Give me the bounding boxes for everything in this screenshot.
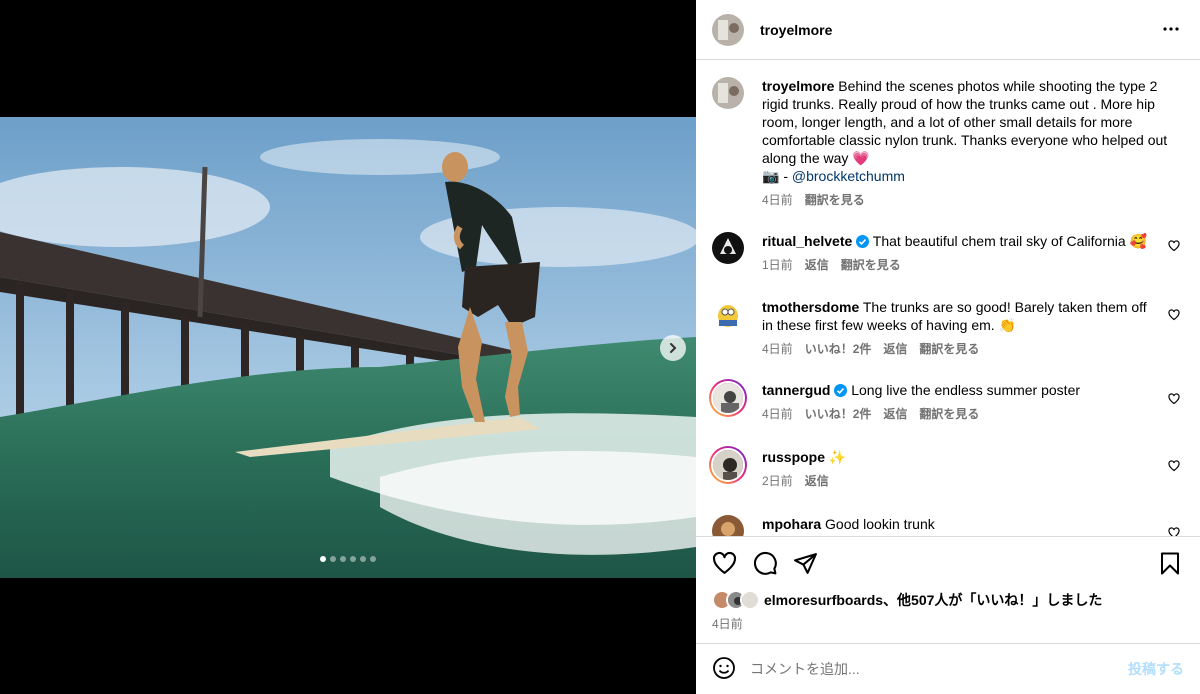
share-button[interactable]: [793, 551, 818, 579]
caption-meta: 4日前 翻訳を見る: [762, 191, 1176, 209]
caption-time[interactable]: 4日前: [762, 191, 793, 209]
carousel-dot: [320, 556, 326, 562]
comment-time[interactable]: 1日前: [762, 256, 793, 274]
comment-text: Long live the endless summer poster: [851, 382, 1081, 398]
translate-button[interactable]: 翻訳を見る: [841, 256, 901, 274]
likes-text: elmoresurfboards、他507人が「いいね！」しました: [764, 590, 1102, 610]
avatar-image: [712, 515, 744, 536]
post-header: troyelmore: [696, 0, 1200, 60]
like-comment-button[interactable]: [1168, 308, 1180, 324]
reply-button[interactable]: 返信: [883, 405, 907, 423]
smiley-icon: [713, 656, 735, 679]
reply-button[interactable]: 返信: [805, 472, 829, 490]
comment-meta: 4日前 いいね！2件 返信 翻訳を見る: [762, 340, 1150, 358]
likes-summary[interactable]: elmoresurfboards、他507人が「いいね！」しました: [712, 590, 1102, 610]
comment-likes[interactable]: いいね！2件: [805, 340, 872, 358]
post-actions: [696, 536, 1200, 592]
author-avatar[interactable]: [712, 13, 744, 46]
translate-button[interactable]: 翻訳を見る: [805, 191, 865, 209]
comment-time[interactable]: 4日前: [762, 405, 793, 423]
comment-composer: 投稿する: [696, 643, 1200, 694]
post-date[interactable]: 4日前: [712, 615, 743, 632]
more-options-button[interactable]: [1162, 20, 1180, 41]
avatar-image: [712, 298, 744, 330]
avatar-image: [711, 448, 747, 484]
comment-likes[interactable]: いいね！2件: [805, 405, 872, 423]
comment-text: Good lookin trunk: [825, 516, 935, 532]
commenter-avatar-story-ring[interactable]: [709, 446, 747, 484]
heart-outline-icon: [1168, 460, 1180, 472]
avatar-image: [712, 232, 744, 264]
comment-meta: 4日前 いいね！2件 返信 翻訳を見る: [762, 405, 1150, 423]
comment-username[interactable]: tannergud: [762, 382, 830, 398]
heart-outline-icon: [712, 551, 737, 574]
post-comment-button[interactable]: 投稿する: [1128, 659, 1184, 679]
carousel-next-button[interactable]: [660, 335, 686, 361]
verified-badge-icon: [834, 384, 848, 397]
translate-button[interactable]: 翻訳を見る: [919, 405, 979, 423]
heart-outline-icon: [1168, 240, 1180, 252]
avatar-image: [712, 13, 744, 46]
likes-users[interactable]: elmoresurfboards: [764, 592, 883, 608]
carousel-dot: [370, 556, 376, 562]
credit-mention[interactable]: @brockketchumm: [792, 168, 905, 184]
paper-plane-icon: [794, 553, 817, 574]
carousel-dots: [320, 556, 376, 562]
post-photo[interactable]: [0, 117, 696, 578]
like-comment-button[interactable]: [1168, 239, 1180, 255]
comment-bubble-icon: [753, 551, 777, 575]
commenter-avatar[interactable]: [712, 515, 744, 536]
comment-username[interactable]: mpohara: [762, 516, 821, 532]
comment-username[interactable]: ritual_helvete: [762, 233, 852, 249]
comments-list[interactable]: troyelmore Behind the scenes photos whil…: [696, 61, 1200, 536]
like-button[interactable]: [712, 551, 737, 579]
emoji-button[interactable]: [712, 656, 736, 683]
comment-meta: 2日前 返信: [762, 472, 1150, 490]
comment-time[interactable]: 4日前: [762, 340, 793, 358]
comment-input[interactable]: [750, 661, 1128, 677]
bookmark-icon: [1161, 552, 1179, 575]
carousel-dot: [330, 556, 336, 562]
post-sidebar: troyelmore troyelmore Behind the scenes …: [696, 0, 1200, 694]
carousel-dot: [350, 556, 356, 562]
translate-button[interactable]: 翻訳を見る: [919, 340, 979, 358]
commenter-avatar[interactable]: [712, 298, 744, 330]
save-button[interactable]: [1159, 551, 1181, 579]
like-comment-button[interactable]: [1168, 392, 1180, 408]
heart-outline-icon: [1168, 309, 1180, 321]
comment-username[interactable]: russpope: [762, 449, 825, 465]
comment-time[interactable]: 2日前: [762, 472, 793, 490]
heart-outline-icon: [1168, 527, 1180, 536]
carousel-dot: [360, 556, 366, 562]
credit-prefix: 📷 -: [762, 168, 792, 184]
chevron-right-icon: [670, 343, 677, 353]
more-horizontal-icon: [1163, 27, 1179, 31]
likes-count[interactable]: 、他507人が「いいね！」しました: [883, 592, 1102, 608]
comment-button[interactable]: [753, 551, 778, 579]
author-name[interactable]: troyelmore: [760, 22, 832, 38]
reply-button[interactable]: 返信: [805, 256, 829, 274]
commenter-avatar-story-ring[interactable]: [709, 379, 747, 417]
comment-username[interactable]: tmothersdome: [762, 299, 859, 315]
liker-avatar: [740, 590, 760, 610]
post-media: [0, 0, 696, 694]
comment-text: ✨: [828, 449, 847, 465]
comment-text: That beautiful chem trail sky of Califor…: [872, 233, 1148, 249]
comment-meta: 1日前 返信 翻訳を見る: [762, 256, 1150, 274]
commenter-avatar[interactable]: [712, 232, 744, 264]
author-avatar[interactable]: [712, 77, 744, 109]
avatar-image: [711, 381, 747, 417]
carousel-dot: [340, 556, 346, 562]
heart-outline-icon: [1168, 393, 1180, 405]
caption-username[interactable]: troyelmore: [762, 78, 834, 94]
avatar-image: [712, 77, 744, 109]
verified-badge-icon: [856, 235, 870, 248]
surf-photo: [0, 117, 696, 578]
like-comment-button[interactable]: [1168, 526, 1180, 536]
reply-button[interactable]: 返信: [883, 340, 907, 358]
like-comment-button[interactable]: [1168, 459, 1180, 475]
